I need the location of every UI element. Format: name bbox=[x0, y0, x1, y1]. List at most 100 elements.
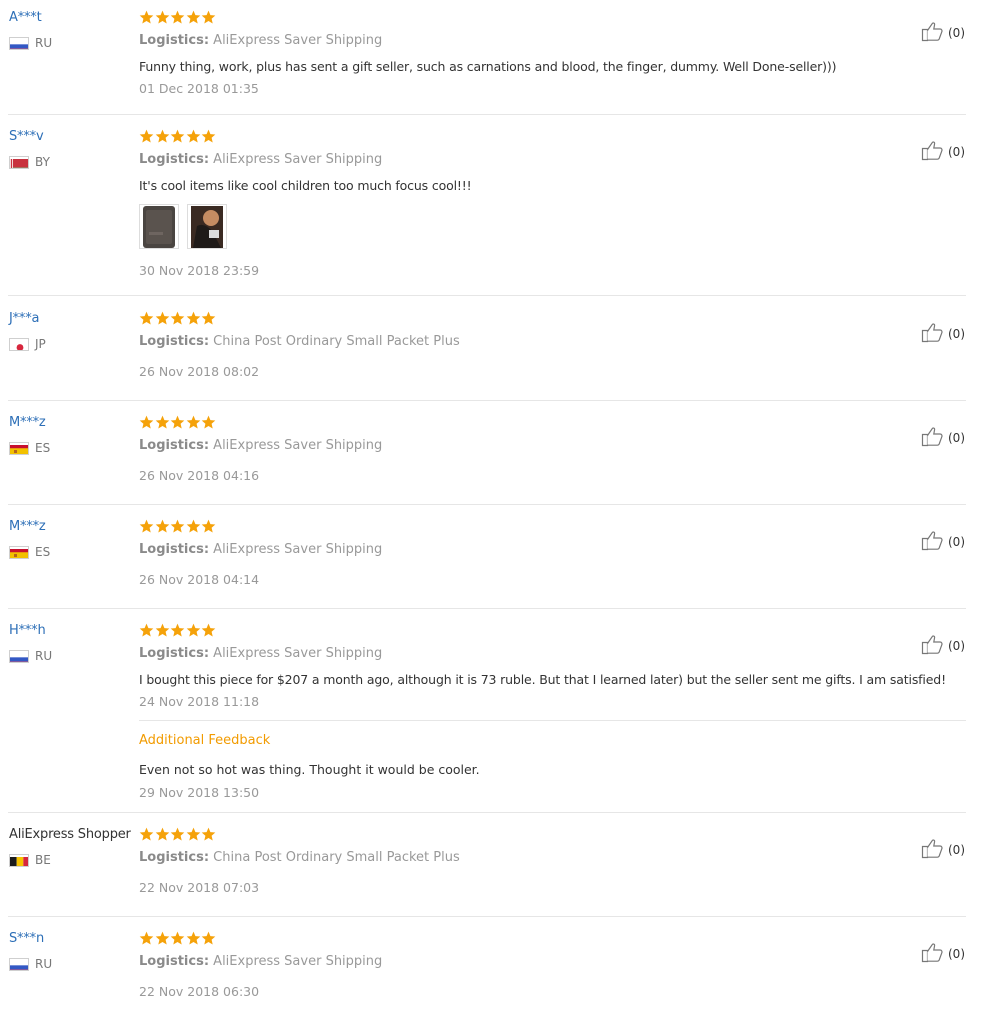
star-icon bbox=[170, 311, 185, 326]
reviewer-name[interactable]: S***n bbox=[9, 931, 52, 947]
star-rating bbox=[139, 931, 969, 946]
helpful-count: (0) bbox=[948, 535, 965, 549]
helpful-button[interactable]: (0) bbox=[921, 529, 965, 555]
review-divider bbox=[8, 608, 966, 609]
helpful-button[interactable]: (0) bbox=[921, 20, 965, 46]
star-icon bbox=[201, 10, 216, 25]
review-content: Logistics: AliExpress Saver Shipping It'… bbox=[139, 129, 969, 194]
star-icon bbox=[201, 311, 216, 326]
star-icon bbox=[155, 827, 170, 842]
reviewer-info: S***v BY bbox=[9, 129, 50, 169]
star-icon bbox=[155, 931, 170, 946]
thumbs-up-icon bbox=[921, 633, 945, 659]
thumbs-up-icon bbox=[921, 321, 945, 347]
helpful-count: (0) bbox=[948, 431, 965, 445]
star-icon bbox=[139, 415, 154, 430]
reviewer-country: RU bbox=[9, 36, 52, 50]
helpful-count: (0) bbox=[948, 327, 965, 341]
logistics-label: Logistics: bbox=[139, 954, 210, 969]
logistics-method: China Post Ordinary Small Packet Plus bbox=[213, 850, 460, 865]
logistics-info: Logistics: AliExpress Saver Shipping bbox=[139, 646, 969, 662]
review-date: 01 Dec 2018 01:35 bbox=[139, 81, 259, 96]
logistics-info: Logistics: AliExpress Saver Shipping bbox=[139, 152, 969, 168]
logistics-method: China Post Ordinary Small Packet Plus bbox=[213, 334, 460, 349]
thumbs-up-icon bbox=[921, 425, 945, 451]
star-rating bbox=[139, 10, 969, 25]
reviewer-info: M***z ES bbox=[9, 415, 50, 455]
star-icon bbox=[201, 129, 216, 144]
helpful-button[interactable]: (0) bbox=[921, 321, 965, 347]
reviewer-country: ES bbox=[9, 545, 50, 559]
logistics-info: Logistics: AliExpress Saver Shipping bbox=[139, 438, 969, 454]
star-icon bbox=[139, 129, 154, 144]
reviewer-name[interactable]: H***h bbox=[9, 623, 52, 639]
reviewer-name[interactable]: J***a bbox=[9, 311, 46, 327]
thumbs-up-icon bbox=[921, 139, 945, 165]
logistics-label: Logistics: bbox=[139, 438, 210, 453]
star-icon bbox=[155, 519, 170, 534]
additional-feedback-date: 29 Nov 2018 13:50 bbox=[139, 785, 260, 800]
helpful-button[interactable]: (0) bbox=[921, 139, 965, 165]
review-date: 30 Nov 2018 23:59 bbox=[139, 263, 260, 278]
logistics-label: Logistics: bbox=[139, 152, 210, 167]
helpful-button[interactable]: (0) bbox=[921, 837, 965, 863]
helpful-button[interactable]: (0) bbox=[921, 425, 965, 451]
star-icon bbox=[155, 415, 170, 430]
flag-spain-icon bbox=[9, 545, 29, 559]
country-code: ES bbox=[35, 545, 51, 559]
star-icon bbox=[139, 623, 154, 638]
helpful-button[interactable]: (0) bbox=[921, 941, 965, 967]
review-divider bbox=[8, 916, 966, 917]
reviewer-info: M***z ES bbox=[9, 519, 50, 559]
star-icon bbox=[170, 129, 185, 144]
additional-feedback-title: Additional Feedback bbox=[139, 733, 271, 748]
country-code: RU bbox=[35, 957, 53, 971]
reviewer-country: ES bbox=[9, 441, 50, 455]
country-code: BE bbox=[35, 853, 51, 867]
flag-russia-icon bbox=[9, 649, 29, 663]
flag-belgium-icon bbox=[9, 853, 29, 867]
flag-japan-icon bbox=[9, 337, 29, 351]
star-icon bbox=[170, 623, 185, 638]
reviewer-name[interactable]: AliExpress Shopper bbox=[9, 827, 131, 843]
flag-russia-icon bbox=[9, 36, 29, 50]
review-content: Logistics: China Post Ordinary Small Pac… bbox=[139, 827, 969, 896]
star-rating bbox=[139, 129, 969, 144]
star-icon bbox=[170, 519, 185, 534]
reviewer-name[interactable]: A***t bbox=[9, 10, 52, 26]
photo-thumbnail[interactable] bbox=[187, 204, 227, 249]
logistics-label: Logistics: bbox=[139, 850, 210, 865]
logistics-label: Logistics: bbox=[139, 646, 210, 661]
reviewer-name[interactable]: S***v bbox=[9, 129, 50, 145]
helpful-button[interactable]: (0) bbox=[921, 633, 965, 659]
star-icon bbox=[186, 311, 201, 326]
reviewer-name[interactable]: M***z bbox=[9, 519, 50, 535]
review-divider bbox=[8, 812, 966, 813]
star-rating bbox=[139, 519, 969, 534]
photo-thumbnail[interactable] bbox=[139, 204, 179, 249]
reviewer-country: RU bbox=[9, 957, 52, 971]
star-icon bbox=[186, 931, 201, 946]
star-icon bbox=[139, 931, 154, 946]
reviewer-name[interactable]: M***z bbox=[9, 415, 50, 431]
star-icon bbox=[155, 129, 170, 144]
star-icon bbox=[170, 827, 185, 842]
star-icon bbox=[186, 129, 201, 144]
star-rating bbox=[139, 827, 969, 842]
star-icon bbox=[139, 827, 154, 842]
review-content: Logistics: AliExpress Saver Shipping 22 … bbox=[139, 931, 969, 1000]
star-icon bbox=[155, 10, 170, 25]
review-text: It's cool items like cool children too m… bbox=[139, 178, 472, 193]
country-code: ES bbox=[35, 441, 51, 455]
country-code: BY bbox=[35, 155, 50, 169]
thumbs-up-icon bbox=[921, 941, 945, 967]
star-icon bbox=[201, 827, 216, 842]
star-rating bbox=[139, 623, 969, 638]
helpful-count: (0) bbox=[948, 843, 965, 857]
helpful-count: (0) bbox=[948, 26, 965, 40]
review-content: Logistics: AliExpress Saver Shipping I b… bbox=[139, 623, 969, 710]
review-content: Logistics: AliExpress Saver Shipping 26 … bbox=[139, 415, 969, 484]
review-date: 24 Nov 2018 11:18 bbox=[139, 694, 260, 709]
thumbs-up-icon bbox=[921, 837, 945, 863]
reviewer-info: J***a JP bbox=[9, 311, 46, 351]
